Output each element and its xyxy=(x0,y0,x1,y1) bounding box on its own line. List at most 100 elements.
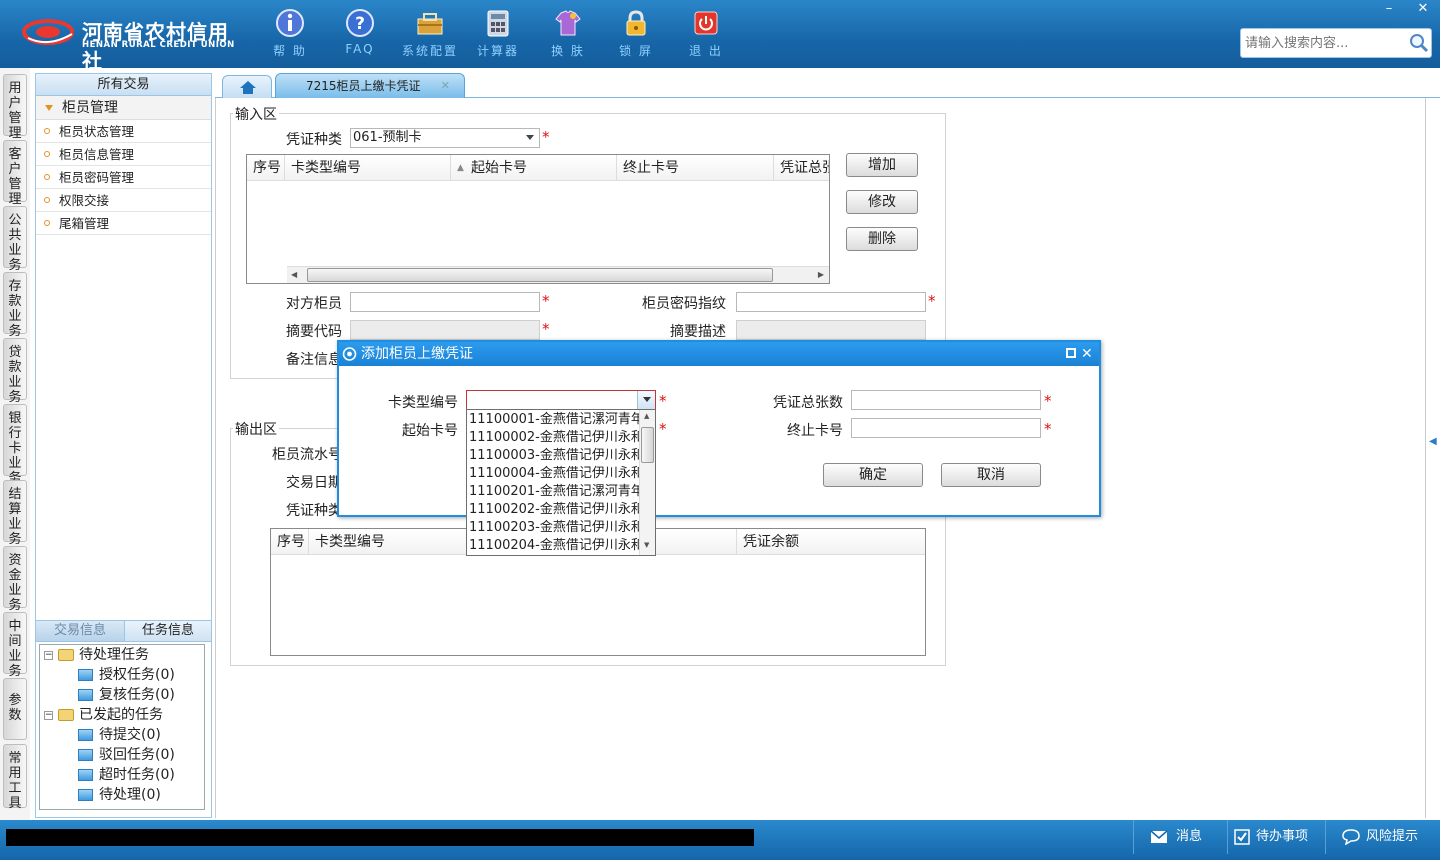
todo-button[interactable]: 待办事项 xyxy=(1227,820,1325,854)
summary-desc-input[interactable] xyxy=(736,320,926,340)
dropdown-option[interactable]: 11100201-金燕借记漯河青年 xyxy=(469,483,639,501)
nav-teller-status[interactable]: 柜员状态管理 xyxy=(36,120,211,143)
col-seq[interactable]: 序号 xyxy=(271,529,309,555)
voucher-type-select[interactable]: 061-预制卡 xyxy=(350,128,540,148)
system-config-button[interactable]: 系统配置 xyxy=(398,8,462,64)
close-tab-icon[interactable]: ✕ xyxy=(441,74,450,98)
window-icon xyxy=(78,749,93,761)
tree-node-rejected[interactable]: 驳回任务(0) xyxy=(78,745,175,765)
col-end-no[interactable]: 终止卡号 xyxy=(617,155,774,181)
tree-node-auth[interactable]: 授权任务(0) xyxy=(78,665,175,685)
collapse-right-icon[interactable]: ◀ xyxy=(1429,436,1437,447)
tab-7215[interactable]: 7215柜员上缴卡凭证 ✕ xyxy=(275,73,465,98)
cancel-button[interactable]: 取消 xyxy=(941,463,1041,487)
collapse-icon[interactable]: − xyxy=(44,651,53,660)
minimize-button[interactable]: – xyxy=(1372,0,1406,18)
dropdown-arrow-icon xyxy=(526,135,534,140)
messages-button[interactable]: 消息 xyxy=(1133,820,1227,854)
dropdown-option[interactable]: 11100004-金燕借记伊川永和 xyxy=(469,465,639,483)
exit-button[interactable]: 退 出 xyxy=(674,8,738,64)
input-grid[interactable]: 序号 卡类型编号 ▲起始卡号 终止卡号 凭证总张 ◀ ▶ xyxy=(246,154,830,284)
bullet-icon xyxy=(44,174,50,180)
faq-button[interactable]: ? FAQ xyxy=(328,8,392,64)
risk-alert-button[interactable]: 风险提示 xyxy=(1325,820,1440,854)
home-icon xyxy=(240,81,256,94)
dialog-title: 添加柜员上缴凭证 xyxy=(361,346,473,362)
total-count-input[interactable] xyxy=(851,390,1041,410)
vtab-bank-card-business[interactable]: 银行卡业务 xyxy=(3,404,27,486)
logo-mark-icon xyxy=(22,19,74,45)
calculator-button[interactable]: 计算器 xyxy=(466,8,530,64)
dropdown-option[interactable]: 11100204-金燕借记伊川永和 xyxy=(469,537,639,555)
all-transactions-header[interactable]: 所有交易 xyxy=(36,74,211,96)
col-total[interactable]: 凭证总张 xyxy=(774,155,829,181)
tree-node-to-process[interactable]: 待处理(0) xyxy=(78,785,161,805)
vtab-customer-management[interactable]: 客户管理 xyxy=(3,140,27,207)
tree-node-pending[interactable]: 待处理任务 xyxy=(58,645,149,665)
scroll-thumb[interactable] xyxy=(641,427,654,463)
skin-button[interactable]: 换 肤 xyxy=(536,8,600,64)
scroll-down-icon[interactable]: ▼ xyxy=(644,541,649,549)
scroll-right-icon[interactable]: ▶ xyxy=(818,270,824,279)
add-button[interactable]: 增加 xyxy=(846,153,918,177)
dropdown-option[interactable]: 11100001-金燕借记漯河青年 xyxy=(469,411,639,429)
summary-code-input[interactable] xyxy=(350,320,540,340)
confirm-button[interactable]: 确定 xyxy=(823,463,923,487)
dropdown-option[interactable]: 11100203-金燕借记伊川永和 xyxy=(469,519,639,537)
task-tree: − 待处理任务 授权任务(0) 复核任务(0) − 已发起的任务 待提交(0) … xyxy=(39,644,205,810)
vtab-settlement-business[interactable]: 结算业务 xyxy=(3,480,27,547)
tree-node-timeout[interactable]: 超时任务(0) xyxy=(78,765,175,785)
window-icon xyxy=(78,729,93,741)
tab-home[interactable] xyxy=(222,75,272,98)
close-dialog-icon[interactable]: ✕ xyxy=(1081,342,1093,366)
nav-teller-info[interactable]: 柜员信息管理 xyxy=(36,143,211,166)
card-type-select[interactable] xyxy=(466,390,656,410)
output-area-legend: 输出区 xyxy=(233,419,279,439)
horizontal-scrollbar[interactable]: ◀ ▶ xyxy=(287,266,829,283)
vtab-loan-business[interactable]: 贷款业务 xyxy=(3,338,27,405)
help-button[interactable]: 帮 助 xyxy=(258,8,322,64)
search-icon[interactable] xyxy=(1408,32,1430,54)
tab-task-info[interactable]: 任务信息 xyxy=(124,621,211,641)
dropdown-option[interactable]: 11100002-金燕借记伊川永和 xyxy=(469,429,639,447)
search-input[interactable] xyxy=(1245,33,1405,53)
group-teller-management[interactable]: 柜员管理 xyxy=(36,96,211,120)
modify-button[interactable]: 修改 xyxy=(846,190,918,214)
end-card-input[interactable] xyxy=(851,418,1041,438)
vertical-scrollbar[interactable]: ▲ ▼ xyxy=(639,410,655,555)
collapse-icon[interactable]: − xyxy=(44,711,53,720)
vtab-common-tools[interactable]: 常用工具 xyxy=(3,744,27,811)
scroll-left-icon[interactable]: ◀ xyxy=(291,270,297,279)
dropdown-option[interactable]: 11100003-金燕借记伊川永和 xyxy=(469,447,639,465)
close-window-button[interactable]: ✕ xyxy=(1406,0,1440,18)
nav-tail-box[interactable]: 尾箱管理 xyxy=(36,212,211,235)
col-seq[interactable]: 序号 xyxy=(247,155,285,181)
nav-teller-password[interactable]: 柜员密码管理 xyxy=(36,166,211,189)
vtab-user-management[interactable]: 用户管理 xyxy=(3,74,27,141)
maximize-icon[interactable] xyxy=(1066,348,1076,358)
counterpart-teller-input[interactable] xyxy=(350,292,540,312)
tree-node-initiated[interactable]: 已发起的任务 xyxy=(58,705,163,725)
lock-screen-button[interactable]: 锁 屏 xyxy=(604,8,668,64)
scroll-up-icon[interactable]: ▲ xyxy=(644,412,649,420)
col-start-no[interactable]: ▲ 起始卡号 xyxy=(451,155,617,181)
col-card-type[interactable]: 卡类型编号 xyxy=(285,155,451,181)
required-mark: * xyxy=(1044,420,1052,438)
delete-button[interactable]: 删除 xyxy=(846,227,918,251)
tree-node-review[interactable]: 复核任务(0) xyxy=(78,685,175,705)
col-voucher-balance[interactable]: 凭证余额 xyxy=(737,529,925,555)
window-icon xyxy=(78,769,93,781)
dropdown-option[interactable]: 11100202-金燕借记伊川永和 xyxy=(469,501,639,519)
vtab-parameters[interactable]: 参数 xyxy=(3,678,27,740)
vtab-intermediary-business[interactable]: 中间业务 xyxy=(3,612,27,679)
vtab-deposit-business[interactable]: 存款业务 xyxy=(3,272,27,339)
dropdown-button[interactable] xyxy=(637,391,655,409)
vtab-fund-business[interactable]: 资金业务 xyxy=(3,546,27,613)
tab-transaction-info[interactable]: 交易信息 xyxy=(36,621,124,641)
vtab-public-business[interactable]: 公共业务 xyxy=(3,206,27,273)
scroll-thumb[interactable] xyxy=(307,268,773,282)
teller-password-input[interactable] xyxy=(736,292,926,312)
nav-permission-handover[interactable]: 权限交接 xyxy=(36,189,211,212)
tree-node-to-submit[interactable]: 待提交(0) xyxy=(78,725,161,745)
lock-icon xyxy=(626,10,646,36)
